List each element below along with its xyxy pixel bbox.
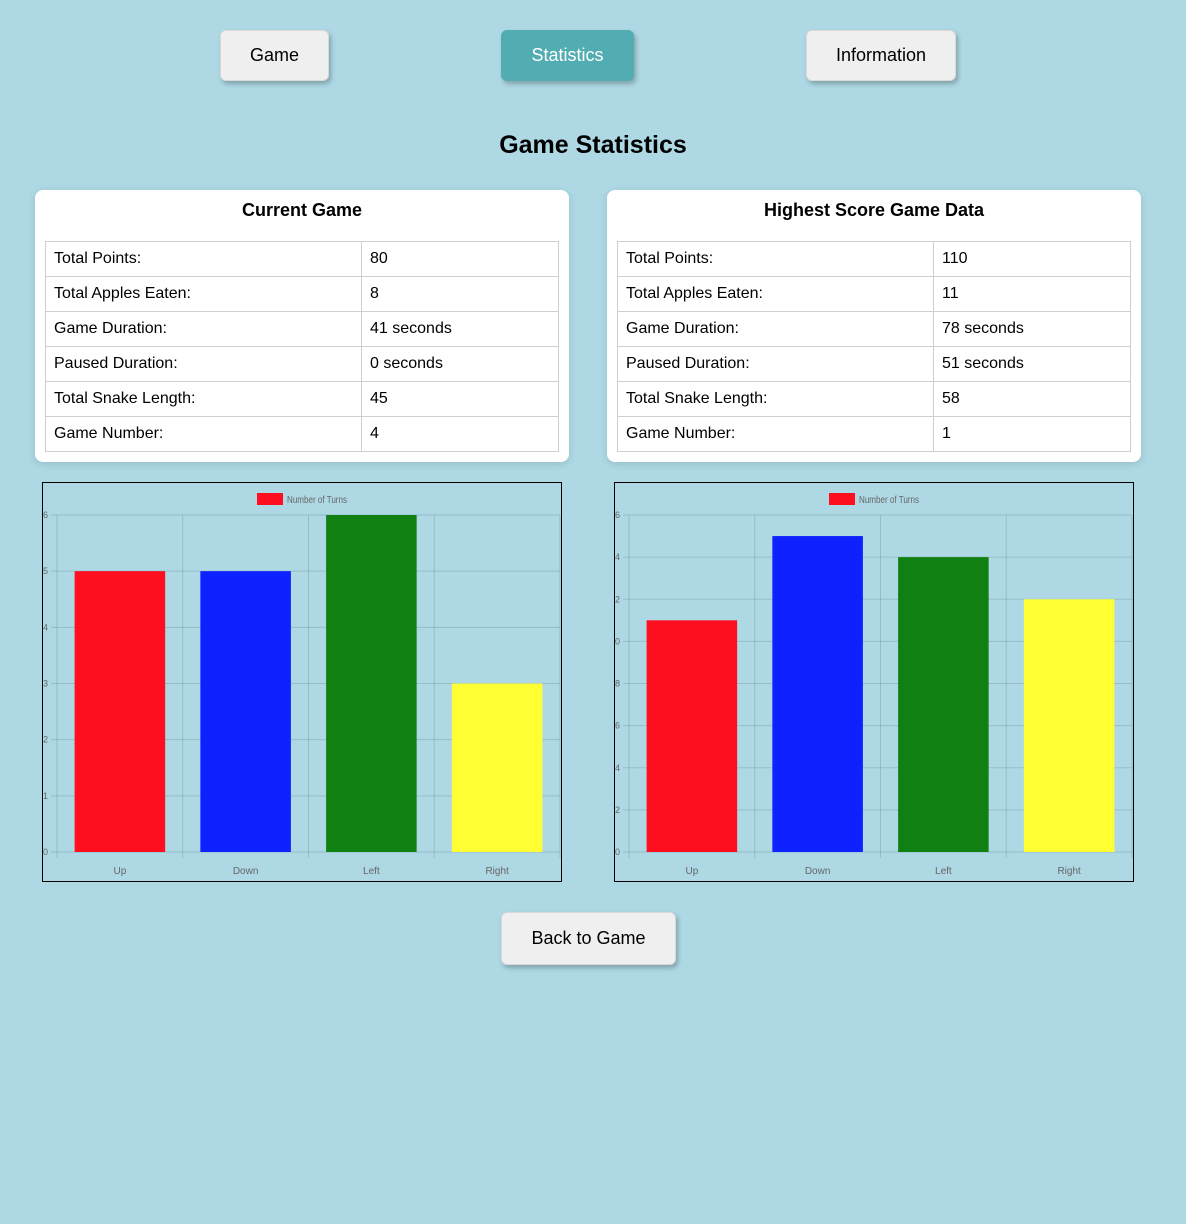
current-game-title: Current Game [241,200,363,220]
stat-value: 0 seconds [361,346,559,382]
stat-label: Game Number: [617,416,934,452]
y-tick-label: 6 [43,510,48,520]
stat-label: Paused Duration: [617,346,934,382]
stat-label: Total Apples Eaten: [45,276,362,312]
stat-value: 51 seconds [933,346,1131,382]
nav-statistics-button[interactable]: Statistics [501,30,634,81]
legend-label: Number of Turns [859,495,919,506]
page-title: Game Statistics [499,131,687,159]
stat-label: Game Duration: [617,311,934,347]
highest-score-title: Highest Score Game Data [763,200,985,220]
highest-score-chart-svg: Number of Turns 0 2 4 6 8 10 12 14 16 Up Down Left Ri… [615,493,1133,877]
x-tick-label: Right [1057,866,1081,877]
y-tick-label: 8 [615,679,620,689]
stat-value: 8 [361,276,559,312]
highest-score-card: Highest Score Game Data Total Points: 110… [607,190,1141,462]
current-game-card: Current Game Total Points: 80 Total Apple… [35,190,569,462]
y-tick-label: 0 [615,847,620,857]
stat-label: Paused Duration: [45,346,362,382]
back-to-game-button[interactable]: Back to Game [501,912,676,965]
stat-value: 41 seconds [361,311,559,347]
stat-value: 78 seconds [933,311,1131,347]
table-row: Total Snake Length: 58 [617,381,1131,417]
y-tick-label: 2 [43,735,48,745]
stat-value: 80 [361,241,559,277]
highest-score-table: Total Points: 110 Total Apples Eaten: 11 G… [617,241,1131,452]
y-tick-label: 3 [43,679,48,689]
table-row: Total Apples Eaten: 11 [617,276,1131,312]
stat-label: Total Points: [45,241,362,277]
stat-label: Total Snake Length: [45,381,362,417]
stat-label: Game Number: [45,416,362,452]
table-row: Paused Duration: 0 seconds [45,346,559,382]
y-tick-label: 10 [615,636,620,646]
x-tick-label: Right [485,866,509,877]
table-row: Total Apples Eaten: 8 [45,276,559,312]
table-row: Total Snake Length: 45 [45,381,559,417]
nav-game-button[interactable]: Game [220,30,329,81]
bar-up [74,571,166,852]
current-game-chart-svg: Number of Turns 0 1 2 3 4 5 6 Up Down Left Right [43,493,561,877]
stat-value: 45 [361,381,559,417]
y-tick-label: 4 [43,622,48,632]
bar-left [326,515,417,852]
x-tick-label: Down [805,866,831,877]
table-row: Game Number: 4 [45,416,559,452]
x-tick-label: Left [363,866,380,877]
legend-swatch [257,493,283,505]
table-row: Total Points: 110 [617,241,1131,277]
y-tick-label: 16 [615,510,620,520]
bar-left [898,557,989,852]
nav-information-button[interactable]: Information [806,30,956,81]
x-tick-label: Up [685,866,698,877]
stat-value: 11 [933,276,1131,312]
highest-score-turns-chart: Number of Turns 0 2 4 6 8 10 12 14 16 Up Down Left Ri… [614,482,1134,882]
y-tick-label: 14 [615,552,620,562]
y-tick-label: 5 [43,566,48,576]
table-row: Paused Duration: 51 seconds [617,346,1131,382]
stat-value: 58 [933,381,1131,417]
current-game-table: Total Points: 80 Total Apples Eaten: 8 Gam… [45,241,559,452]
y-tick-label: 4 [615,763,620,773]
x-tick-label: Down [233,866,259,877]
stat-label: Total Snake Length: [617,381,934,417]
stat-value: 4 [361,416,559,452]
bar-up [646,620,738,852]
table-row: Game Duration: 78 seconds [617,311,1131,347]
y-tick-label: 2 [615,805,620,815]
current-game-turns-chart: Number of Turns 0 1 2 3 4 5 6 Up Down Left Right [42,482,562,882]
table-row: Game Duration: 41 seconds [45,311,559,347]
x-tick-label: Up [113,866,126,877]
stat-value: 1 [933,416,1131,452]
bar-down [200,571,291,852]
y-tick-label: 6 [615,721,620,731]
stat-value: 110 [933,241,1131,277]
stat-label: Total Apples Eaten: [617,276,934,312]
bar-right [451,683,543,852]
y-tick-label: 1 [43,791,48,801]
table-row: Total Points: 80 [45,241,559,277]
bar-right [1023,599,1115,852]
legend-swatch [829,493,855,505]
stat-label: Total Points: [617,241,934,277]
x-tick-label: Left [935,866,952,877]
y-tick-label: 0 [43,847,48,857]
stat-label: Game Duration: [45,311,362,347]
legend-label: Number of Turns [287,495,347,506]
y-tick-label: 12 [615,594,620,604]
bar-down [772,536,863,852]
table-row: Game Number: 1 [617,416,1131,452]
